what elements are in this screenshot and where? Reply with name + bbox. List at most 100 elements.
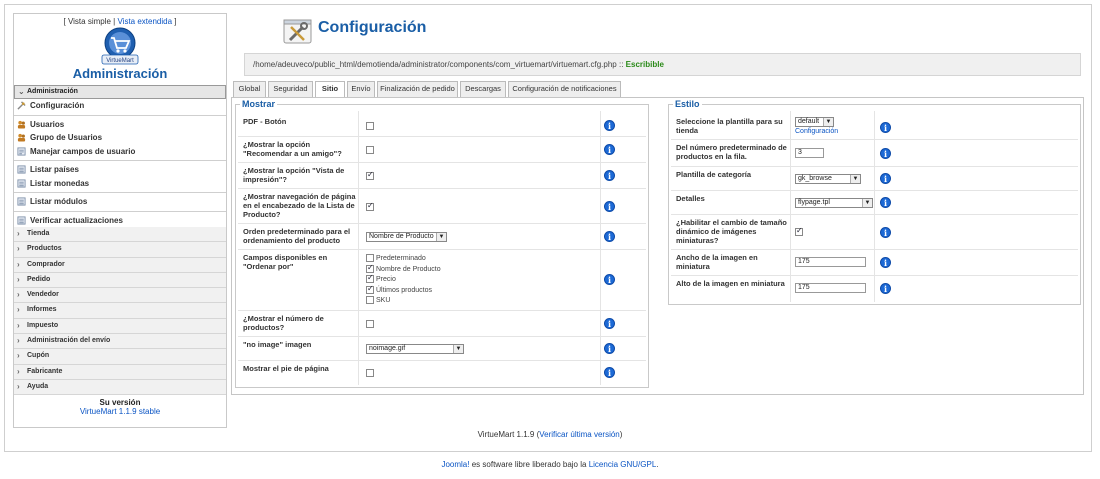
section-header-administracion[interactable]: ⌄ Administración [14,85,226,99]
menu-item-configuracion[interactable]: Configuración [14,99,226,113]
fieldset-estilo: Estilo Seleccione la plantilla para su t… [668,99,1081,305]
view-extended-link[interactable]: Vista extendida [117,17,172,26]
thumb-height-input[interactable]: 175 [795,283,866,293]
user-group-icon [17,133,26,142]
info-icon[interactable]: i [880,227,891,238]
joomla-link[interactable]: Joomla! [441,460,469,469]
row-label: Plantilla de categoría [676,170,752,179]
category-impuesto[interactable]: › Impuesto [14,318,226,335]
info-icon[interactable]: i [880,257,891,268]
tab-descargas[interactable]: Descargas [460,81,506,97]
tab-sitio[interactable]: Sitio [315,81,345,98]
fieldset-legend-estilo: Estilo [673,99,702,109]
writable-status: Escribible [625,60,664,69]
category-vendedor[interactable]: › Vendedor [14,288,226,304]
menu-item-listar-paises[interactable]: Listar países [14,163,226,177]
virtuemart-logo: VirtueMart [101,27,139,65]
fieldset-legend-mostrar: Mostrar [240,99,278,109]
dynamic-resize-checkbox[interactable] [795,226,803,236]
tab-envio[interactable]: Envío [347,81,375,97]
menu-item-listar-modulos[interactable]: Listar módulos [14,195,226,209]
template-config-link[interactable]: Configuración [795,128,838,135]
menu-item-grupo-usuarios[interactable]: Grupo de Usuarios [14,131,226,145]
store-template-select[interactable]: default ▼ [795,117,834,127]
category-productos[interactable]: › Productos [14,242,226,258]
row-label: Mostrar el pie de página [243,364,329,373]
list-icon [17,165,26,174]
tab-seguridad[interactable]: Seguridad [268,81,313,97]
row-plantilla-categoria: Plantilla de categoría gk_browse ▼ i [671,167,1078,191]
order-field-sku[interactable]: SKU [366,296,441,307]
tab-global[interactable]: Global [233,81,266,97]
info-icon[interactable]: i [604,201,615,212]
users-icon [17,120,26,129]
row-alto-miniatura: Alto de la imagen en miniatura 175 i [671,276,1078,302]
product-count-checkbox[interactable] [366,319,374,328]
joomla-footer: Joomla! es software libre liberado bajo … [441,460,659,469]
order-field-ultimos[interactable]: Últimos productos [366,284,441,297]
info-icon[interactable]: i [604,231,615,242]
chevron-down-icon: ▼ [453,345,463,353]
checkbox[interactable] [366,273,374,284]
row-detalles: Detalles flypage.tpl ▼ i [671,191,1078,215]
tab-notificaciones[interactable]: Configuración de notificaciones [508,81,621,97]
info-icon[interactable]: i [880,173,891,184]
checkbox[interactable] [366,263,374,273]
checkbox[interactable] [366,296,374,305]
default-order-select[interactable]: Nombre de Producto ▼ [366,232,447,242]
version-value[interactable]: VirtueMart 1.1.9 stable [14,407,226,416]
license-link[interactable]: Licencia GNU/GPL [589,460,657,469]
order-fields-list: Predeterminado Nombre de Producto Precio… [366,254,441,307]
view-simple-link[interactable]: Vista simple [68,17,111,26]
category-comprador[interactable]: › Comprador [14,257,226,273]
info-icon[interactable]: i [880,148,891,159]
admin-title: Administración [72,66,168,81]
list-icon [17,215,26,225]
info-icon[interactable]: i [604,343,615,354]
menu-item-listar-monedas[interactable]: Listar monedas [14,177,226,191]
checkbox[interactable] [366,254,374,263]
chevron-down-icon: ▼ [862,199,872,207]
row-label: Detalles [676,194,705,203]
row-label: Orden predeterminado para el ordenamient… [243,227,351,245]
verify-version-link[interactable]: Verificar última versión [539,430,619,439]
thumb-width-input[interactable]: 175 [795,257,866,267]
recommend-friend-checkbox[interactable] [366,145,374,154]
products-per-row-input[interactable]: 3 [795,148,824,158]
info-icon[interactable]: i [880,283,891,294]
info-icon[interactable]: i [604,144,615,155]
category-cupon[interactable]: › Cupón [14,349,226,365]
info-icon[interactable]: i [604,274,615,285]
info-icon[interactable]: i [604,120,615,131]
checkbox[interactable] [366,284,374,294]
flypage-select[interactable]: flypage.tpl ▼ [795,198,873,208]
order-field-predeterminado[interactable]: Predeterminado [366,254,441,265]
category-fabricante[interactable]: › Fabricante [14,364,226,380]
info-icon[interactable]: i [880,197,891,208]
pdf-button-checkbox[interactable] [366,121,374,130]
category-envio[interactable]: › Administración del envío [14,334,226,350]
category-informes[interactable]: › Informes [14,303,226,319]
row-label: Campos disponibles en "Ordenar por" [243,253,328,271]
category-template-select[interactable]: gk_browse ▼ [795,174,861,184]
info-icon[interactable]: i [604,367,615,378]
divider [14,210,226,212]
order-field-nombre[interactable]: Nombre de Producto [366,263,441,276]
menu-item-campos-usuario[interactable]: Manejar campos de usuario [14,145,226,159]
info-icon[interactable]: i [604,170,615,181]
no-image-select[interactable]: noimage.gif ▼ [366,344,464,354]
tab-finalizacion-pedido[interactable]: Finalización de pedido [377,81,458,97]
category-pedido[interactable]: › Pedido [14,272,226,289]
order-field-precio[interactable]: Precio [366,273,441,286]
category-tienda[interactable]: › Tienda [14,227,226,243]
menu-item-usuarios[interactable]: Usuarios [14,118,226,132]
info-icon[interactable]: i [604,318,615,329]
menu-item-verificar-actualizaciones[interactable]: Verificar actualizaciones [14,214,226,228]
page-nav-checkbox[interactable] [366,201,374,211]
category-ayuda[interactable]: › Ayuda [14,379,226,396]
info-icon[interactable]: i [880,122,891,133]
fieldset-mostrar: Mostrar PDF - Botón i ¿Mostrar la opción… [235,99,649,388]
page-title: Configuración [318,19,427,36]
footer-checkbox[interactable] [366,368,374,377]
print-view-checkbox[interactable] [366,170,374,180]
